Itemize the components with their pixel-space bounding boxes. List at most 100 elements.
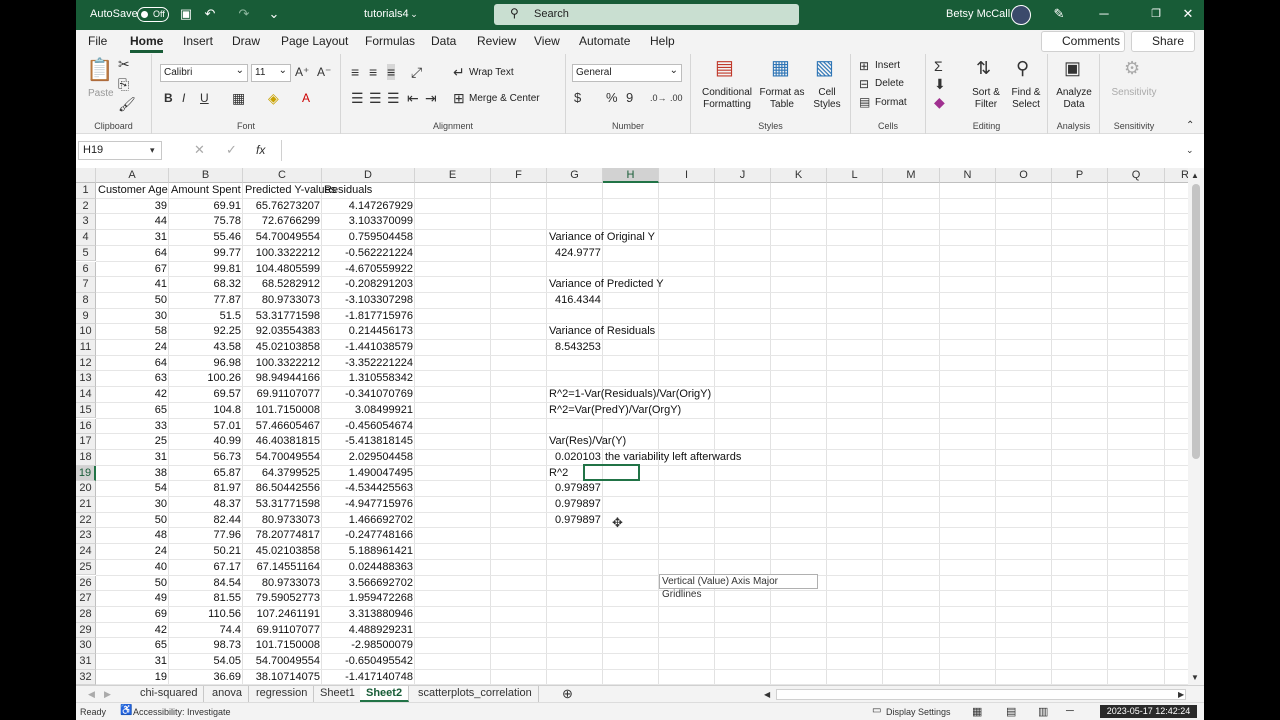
scroll-right-icon[interactable]: ▶ [1178, 687, 1184, 703]
tab-anova[interactable]: anova [206, 686, 249, 702]
user-name[interactable]: Betsy McCall [946, 8, 1010, 20]
paste-icon[interactable]: 📋 [86, 59, 113, 81]
data-cell[interactable]: 3.313880946 [322, 607, 413, 622]
menu-formulas[interactable]: Formulas [365, 34, 415, 48]
autosave-toggle[interactable]: Off [137, 7, 169, 22]
data-cell[interactable]: 40.99 [169, 434, 241, 449]
orientation-icon[interactable]: ⤢ [411, 64, 422, 80]
data-cell[interactable]: 54.70049554 [243, 450, 320, 465]
data-cell[interactable]: 67.17 [169, 560, 241, 575]
tab-sheet2[interactable]: Sheet2 [360, 686, 410, 702]
menu-automate[interactable]: Automate [579, 34, 630, 48]
row-header-21[interactable]: 21 [76, 497, 96, 513]
data-cell[interactable]: 101.7150008 [243, 638, 320, 653]
variance-residuals-value[interactable]: 8.543253 [549, 340, 601, 355]
data-cell[interactable]: 42 [96, 623, 167, 638]
row-header-2[interactable]: 2 [76, 198, 96, 215]
clear-icon[interactable]: ◆ [934, 94, 945, 110]
variance-residuals-label[interactable]: Variance of Residuals [549, 324, 655, 339]
row-header-32[interactable]: 32 [76, 669, 96, 685]
cell-styles-button[interactable]: Cell Styles [807, 87, 847, 111]
data-cell[interactable]: 31 [96, 230, 167, 245]
data-cell[interactable]: 99.81 [169, 262, 241, 277]
new-sheet-icon[interactable]: ⊕ [562, 686, 573, 702]
row-header-6[interactable]: 6 [76, 261, 96, 278]
wrap-text-button[interactable]: Wrap Text [469, 67, 514, 78]
data-cell[interactable]: 54.05 [169, 654, 241, 669]
column-header-g[interactable]: G [547, 168, 603, 183]
column-header-m[interactable]: M [883, 168, 940, 183]
menu-insert[interactable]: Insert [183, 34, 213, 48]
vertical-scrollbar[interactable]: ▲ ▼ [1188, 168, 1204, 685]
row-header-9[interactable]: 9 [76, 308, 96, 325]
data-cell[interactable]: 24 [96, 544, 167, 559]
cancel-formula-icon[interactable]: ✕ [194, 142, 205, 158]
data-cell[interactable]: 86.50442556 [243, 481, 320, 496]
font-color-icon[interactable]: A [302, 90, 310, 106]
column-header-q[interactable]: Q [1108, 168, 1165, 183]
font-size-combo[interactable]: 11 [251, 63, 291, 82]
italic-icon[interactable]: I [182, 90, 185, 106]
data-cell[interactable]: 38.10714075 [243, 670, 320, 685]
decrease-font-icon[interactable]: A⁻ [317, 64, 331, 80]
data-cell[interactable]: 46.40381815 [243, 434, 320, 449]
sensitivity-icon[interactable]: ⚙ [1124, 59, 1140, 77]
data-cell[interactable]: -5.413818145 [322, 434, 413, 449]
variance-predicted-value[interactable]: 416.4344 [549, 293, 601, 308]
data-cell[interactable]: -0.341070769 [322, 387, 413, 402]
currency-icon[interactable]: $ [574, 90, 581, 106]
data-cell[interactable]: -1.417140748 [322, 670, 413, 685]
column-header-c[interactable]: C [243, 168, 322, 183]
data-cell[interactable]: 24 [96, 340, 167, 355]
r2-value[interactable]: 0.979897 [549, 513, 601, 528]
data-cell[interactable]: 64 [96, 356, 167, 371]
format-as-table-icon[interactable]: ▦ [771, 58, 790, 78]
menu-help[interactable]: Help [650, 34, 675, 48]
data-cell[interactable]: 0.024488363 [322, 560, 413, 575]
data-cell[interactable]: 69.91 [169, 199, 241, 214]
data-cell[interactable]: 31 [96, 450, 167, 465]
data-cell[interactable]: 5.188961421 [322, 544, 413, 559]
minimize-icon[interactable]: ─ [1096, 6, 1112, 22]
data-cell[interactable]: 36.69 [169, 670, 241, 685]
data-cell[interactable]: -0.562221224 [322, 246, 413, 261]
data-cell[interactable]: 80.9733073 [243, 293, 320, 308]
data-cell[interactable]: 100.26 [169, 371, 241, 386]
delete-cells-icon[interactable]: ⊟ [859, 76, 869, 92]
data-cell[interactable]: -4.947715976 [322, 497, 413, 512]
data-cell[interactable]: 1.310558342 [322, 371, 413, 386]
row-header-8[interactable]: 8 [76, 292, 96, 309]
header-cell[interactable]: Amount Spent [171, 183, 241, 198]
data-cell[interactable]: 25 [96, 434, 167, 449]
select-all-corner[interactable] [76, 168, 96, 183]
variance-original-label[interactable]: Variance of Original Y [549, 230, 655, 245]
column-header-d[interactable]: D [322, 168, 415, 183]
formula-input[interactable] [281, 140, 1204, 161]
r2-value[interactable]: 0.979897 [549, 481, 601, 496]
data-cell[interactable]: 65.87 [169, 466, 241, 481]
menu-page-layout[interactable]: Page Layout [281, 34, 348, 48]
data-cell[interactable]: 82.44 [169, 513, 241, 528]
data-cell[interactable]: 33 [96, 419, 167, 434]
data-cell[interactable]: 3.566692702 [322, 576, 413, 591]
scroll-up-icon[interactable]: ▲ [1191, 168, 1199, 184]
customize-toolbar-icon[interactable]: ⌄ [266, 6, 282, 22]
row-header-13[interactable]: 13 [76, 371, 96, 388]
data-cell[interactable]: 67.14551164 [243, 560, 320, 575]
data-cell[interactable]: -0.247748166 [322, 528, 413, 543]
data-cell[interactable]: 65.76273207 [243, 199, 320, 214]
data-cell[interactable]: 54 [96, 481, 167, 496]
display-settings-button[interactable]: Display Settings [886, 707, 951, 717]
row-header-23[interactable]: 23 [76, 528, 96, 545]
row-header-3[interactable]: 3 [76, 214, 96, 231]
column-header-k[interactable]: K [771, 168, 827, 183]
cell-styles-icon[interactable]: ▧ [815, 58, 834, 78]
decrease-decimal-icon[interactable]: .00 [670, 90, 683, 106]
data-cell[interactable]: 30 [96, 497, 167, 512]
row-header-27[interactable]: 27 [76, 591, 96, 607]
row-header-18[interactable]: 18 [76, 449, 96, 466]
align-top-icon[interactable]: ≡ [351, 64, 359, 80]
column-header-b[interactable]: B [169, 168, 243, 183]
fill-icon[interactable]: ⬇ [934, 76, 946, 92]
data-cell[interactable]: 78.20774817 [243, 528, 320, 543]
